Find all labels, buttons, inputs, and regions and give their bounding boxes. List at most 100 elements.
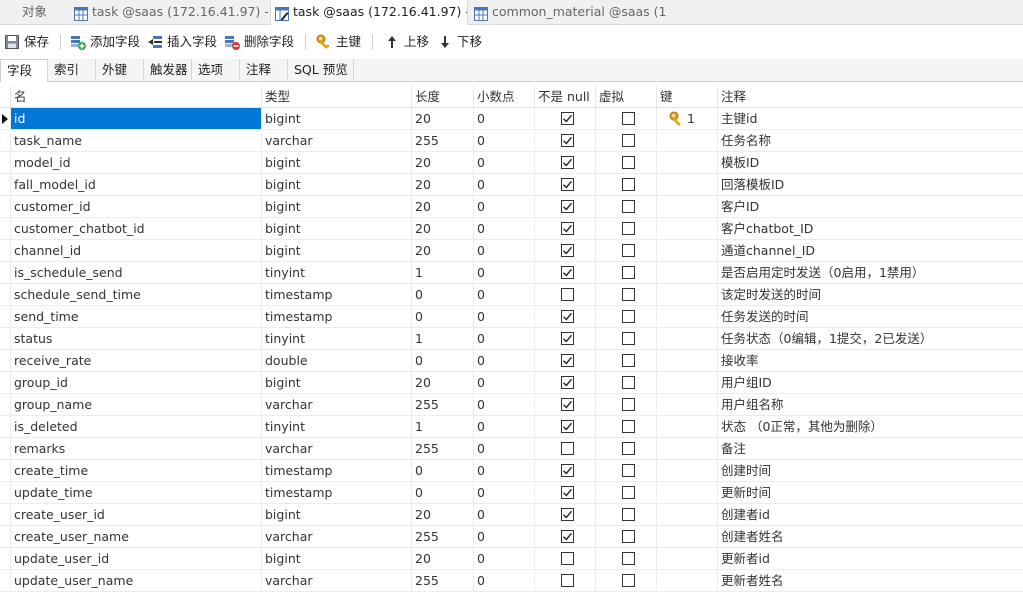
column-header-length[interactable]: 长度 [411, 86, 473, 107]
cell-not-null[interactable] [534, 306, 595, 327]
cell-key[interactable] [656, 328, 717, 349]
insert-field-button[interactable]: 插入字段 [147, 30, 219, 54]
tab-options[interactable]: 选项 [192, 59, 240, 81]
cell-key[interactable] [656, 482, 717, 503]
not-null-checkbox[interactable] [561, 134, 574, 147]
table-row[interactable]: receive_rate double 0 0 接收率 [0, 350, 1023, 372]
not-null-checkbox[interactable] [561, 332, 574, 345]
cell-key[interactable] [656, 416, 717, 437]
table-row[interactable]: model_id bigint 20 0 模板ID [0, 152, 1023, 174]
not-null-checkbox[interactable] [561, 310, 574, 323]
cell-length[interactable]: 255 [411, 394, 473, 415]
cell-decimal[interactable]: 0 [473, 350, 534, 371]
cell-length[interactable]: 20 [411, 152, 473, 173]
column-header-key[interactable]: 键 [656, 86, 717, 107]
tab-triggers[interactable]: 触发器 [144, 59, 192, 81]
delete-field-button[interactable]: 删除字段 [224, 30, 296, 54]
cell-not-null[interactable] [534, 108, 595, 129]
cell-virtual[interactable] [595, 152, 656, 173]
table-row[interactable]: create_time timestamp 0 0 创建时间 [0, 460, 1023, 482]
cell-length[interactable]: 0 [411, 284, 473, 305]
cell-type[interactable]: tinyint [261, 262, 411, 283]
table-row[interactable]: task_name varchar 255 0 任务名称 [0, 130, 1023, 152]
table-row[interactable]: fall_model_id bigint 20 0 回落模板ID [0, 174, 1023, 196]
cell-decimal[interactable]: 0 [473, 394, 534, 415]
cell-virtual[interactable] [595, 372, 656, 393]
virtual-checkbox[interactable] [622, 464, 635, 477]
cell-key[interactable] [656, 196, 717, 217]
virtual-checkbox[interactable] [622, 310, 635, 323]
cell-not-null[interactable] [534, 482, 595, 503]
cell-virtual[interactable] [595, 570, 656, 591]
cell-decimal[interactable]: 0 [473, 130, 534, 151]
cell-type[interactable]: varchar [261, 526, 411, 547]
table-row[interactable]: update_user_name varchar 255 0 更新者姓名 [0, 570, 1023, 592]
cell-decimal[interactable]: 0 [473, 570, 534, 591]
cell-type[interactable]: varchar [261, 394, 411, 415]
virtual-checkbox[interactable] [622, 420, 635, 433]
cell-not-null[interactable] [534, 328, 595, 349]
cell-name[interactable]: status [10, 328, 261, 349]
cell-not-null[interactable] [534, 196, 595, 217]
not-null-checkbox[interactable] [561, 486, 574, 499]
cell-name[interactable]: update_user_name [10, 570, 261, 591]
virtual-checkbox[interactable] [622, 508, 635, 521]
cell-virtual[interactable] [595, 416, 656, 437]
cell-key[interactable] [656, 504, 717, 525]
table-row[interactable]: is_schedule_send tinyint 1 0 是否启用定时发送（0启用，1禁… [0, 262, 1023, 284]
cell-comment[interactable]: 主键id [717, 108, 1023, 129]
virtual-checkbox[interactable] [622, 574, 635, 587]
cell-virtual[interactable] [595, 482, 656, 503]
cell-type[interactable]: timestamp [261, 306, 411, 327]
cell-comment[interactable]: 用户组名称 [717, 394, 1023, 415]
cell-length[interactable]: 20 [411, 504, 473, 525]
cell-type[interactable]: bigint [261, 548, 411, 569]
cell-key[interactable] [656, 570, 717, 591]
cell-type[interactable]: tinyint [261, 416, 411, 437]
cell-comment[interactable]: 接收率 [717, 350, 1023, 371]
column-header-not-null[interactable]: 不是 null [534, 86, 595, 107]
cell-not-null[interactable] [534, 504, 595, 525]
tab-task-data[interactable]: task @saas (172.16.41.97) - ... [70, 0, 268, 24]
cell-name[interactable]: customer_id [10, 196, 261, 217]
column-header-decimal[interactable]: 小数点 [473, 86, 534, 107]
virtual-checkbox[interactable] [622, 288, 635, 301]
tab-foreign-keys[interactable]: 外键 [96, 59, 144, 81]
save-button[interactable]: 保存 [4, 30, 52, 54]
table-row[interactable]: remarks varchar 255 0 备注 [0, 438, 1023, 460]
cell-length[interactable]: 20 [411, 196, 473, 217]
tab-sql-preview[interactable]: SQL 预览 [288, 59, 354, 81]
cell-key[interactable] [656, 394, 717, 415]
cell-not-null[interactable] [534, 548, 595, 569]
virtual-checkbox[interactable] [622, 486, 635, 499]
cell-type[interactable]: bigint [261, 504, 411, 525]
not-null-checkbox[interactable] [561, 266, 574, 279]
cell-not-null[interactable] [534, 438, 595, 459]
cell-name[interactable]: update_user_id [10, 548, 261, 569]
cell-comment[interactable]: 通道channel_ID [717, 240, 1023, 261]
cell-decimal[interactable]: 0 [473, 152, 534, 173]
cell-not-null[interactable] [534, 372, 595, 393]
virtual-checkbox[interactable] [622, 156, 635, 169]
cell-virtual[interactable] [595, 218, 656, 239]
virtual-checkbox[interactable] [622, 552, 635, 565]
cell-key[interactable] [656, 174, 717, 195]
cell-name[interactable]: is_deleted [10, 416, 261, 437]
cell-virtual[interactable] [595, 196, 656, 217]
column-header-virtual[interactable]: 虚拟 [595, 86, 656, 107]
cell-type[interactable]: bigint [261, 152, 411, 173]
cell-name[interactable]: create_time [10, 460, 261, 481]
tab-common-material[interactable]: common_material @saas (1... [470, 0, 668, 24]
cell-length[interactable]: 0 [411, 306, 473, 327]
not-null-checkbox[interactable] [561, 552, 574, 565]
not-null-checkbox[interactable] [561, 420, 574, 433]
tab-objects[interactable]: 对象 [0, 0, 68, 24]
cell-comment[interactable]: 更新者姓名 [717, 570, 1023, 591]
cell-comment[interactable]: 是否启用定时发送（0启用，1禁用） [717, 262, 1023, 283]
cell-name[interactable]: update_time [10, 482, 261, 503]
cell-comment[interactable]: 模板ID [717, 152, 1023, 173]
cell-name[interactable]: model_id [10, 152, 261, 173]
cell-name[interactable]: group_name [10, 394, 261, 415]
cell-type[interactable]: double [261, 350, 411, 371]
cell-type[interactable]: bigint [261, 240, 411, 261]
